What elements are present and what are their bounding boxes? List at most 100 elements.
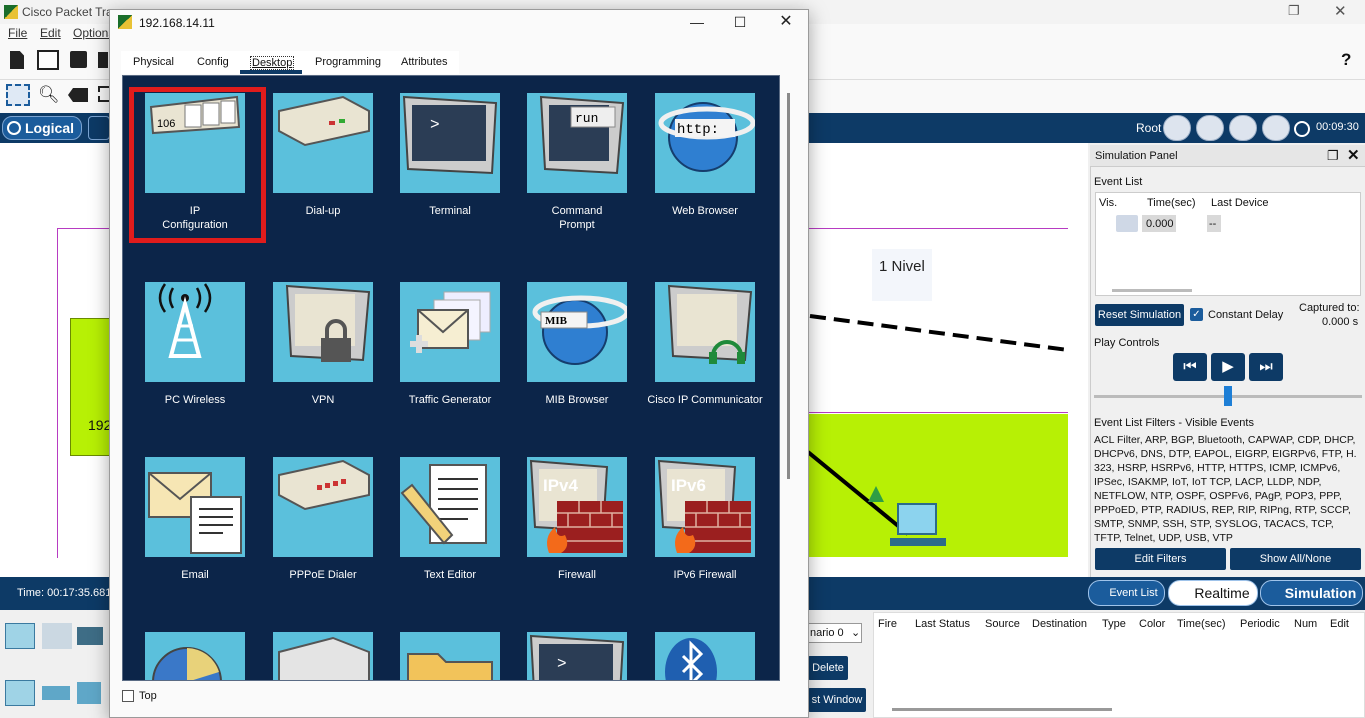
pc-wireless-label: PC Wireless [164,394,226,406]
filters-protocol-list: ACL Filter, ARP, BGP, Bluetooth, CAPWAP,… [1094,434,1357,544]
help-icon[interactable]: ? [1341,50,1351,70]
event-list-hscroll[interactable] [1112,289,1192,292]
switches-subcategory-icon[interactable] [42,686,70,700]
dial-up-tile[interactable] [273,93,373,193]
sdk-app-tile[interactable] [273,632,373,680]
scenario-select[interactable]: nario 0 ⌄ [808,623,862,643]
main-close-icon[interactable]: ✕ [1334,2,1347,20]
top-checkbox-label: Top [139,690,157,702]
captured-value: 0.000 s [1322,316,1359,328]
save-icon[interactable] [70,51,87,68]
zone-border-mid [808,412,1068,413]
minimize-icon[interactable]: — [686,12,708,32]
col-time: Time(sec) [1147,197,1196,209]
pdu-list-window-button[interactable]: st Window [808,688,866,712]
pdu-col-num: Num [1294,618,1318,630]
move-viewport-icon[interactable] [1229,115,1257,141]
new-file-icon[interactable] [10,51,24,69]
cloud-icon[interactable] [1196,115,1224,141]
delete-icon[interactable] [68,88,88,102]
text-editor-tile[interactable] [400,457,500,557]
email-icon [148,472,242,554]
components-category-icon[interactable] [77,627,103,645]
vpn-tile[interactable] [273,282,373,382]
open-folder-icon[interactable] [37,50,59,70]
logical-tab[interactable]: Logical [2,116,82,140]
traffic-generator-tile[interactable] [400,282,500,382]
captured-label: Captured to: [1299,302,1360,314]
logical-nodes-icon [7,121,21,135]
routers-subcategory-icon[interactable] [5,680,35,706]
command-prompt-label-line1: Command [551,205,603,217]
inspect-icon[interactable]: 🔍︎ [38,85,60,105]
play-button[interactable]: ▶ [1211,353,1245,381]
menu-file[interactable]: File [8,26,27,40]
mib-browser-tile[interactable]: MIB [527,282,627,382]
edit-filters-button[interactable]: Edit Filters [1095,548,1226,570]
traffic-generator-icon [410,291,491,353]
tab-physical[interactable]: Physical [133,56,174,68]
terminal-search-app-tile[interactable]: > [527,632,627,680]
select-icon[interactable] [6,84,30,106]
top-checkbox[interactable] [122,690,134,702]
command-prompt-tile[interactable]: run [527,93,627,193]
constant-delay-checkbox[interactable]: ✓ [1190,308,1203,321]
network-devices-category-icon[interactable] [5,623,35,649]
col-last-device: Last Device [1211,197,1269,209]
pie-chart-app-tile[interactable] [145,632,245,680]
pppoe-dialer-tile[interactable] [273,457,373,557]
delete-scenario-button[interactable]: Delete [808,656,848,680]
pdu-col-source: Source [985,618,1020,630]
simulation-mode-button[interactable]: Simulation [1260,580,1363,606]
col-vis: Vis. [1099,197,1118,209]
reset-simulation-button[interactable]: Reset Simulation [1095,304,1184,326]
ipv6-firewall-icon: IPv6 [657,459,751,553]
step-forward-button[interactable]: ⏭ [1249,353,1283,381]
clock-icon[interactable] [1294,121,1310,137]
physical-view-icon[interactable] [88,116,110,140]
back-arrow-icon[interactable] [1163,115,1191,141]
realtime-mode-button[interactable]: Realtime [1168,580,1258,606]
end-devices-category-icon[interactable] [42,623,72,649]
desktop-vertical-scrollbar[interactable] [787,93,790,479]
tab-attributes[interactable]: Attributes [401,56,447,68]
undock-icon[interactable]: ❐ [1327,148,1339,164]
text-editor-label: Text Editor [424,569,476,581]
pdu-hscroll[interactable] [892,708,1112,711]
dialog-close-icon[interactable]: ✕ [775,12,797,32]
tab-desktop[interactable]: Desktop [250,56,295,70]
cisco-ip-communicator-tile[interactable] [655,282,755,382]
pc-wireless-tile[interactable] [145,282,245,382]
pdu-list-table[interactable]: Fire Last Status Source Destination Type… [873,612,1365,718]
panel-close-icon[interactable]: ✕ [1347,146,1360,164]
main-restore-icon[interactable]: ❐ [1288,3,1300,19]
terminal-tile[interactable]: > [400,93,500,193]
email-tile[interactable] [145,457,245,557]
tab-config[interactable]: Config [197,56,229,68]
file-manager-app-tile[interactable] [400,632,500,680]
command-prompt-label: Command Prompt [512,204,642,232]
pc-device-icon[interactable] [895,503,945,549]
pdu-col-last-status: Last Status [915,618,971,630]
print-icon[interactable] [98,52,108,68]
web-browser-tile[interactable]: http: [655,93,755,193]
hubs-subcategory-icon[interactable] [77,682,101,704]
firewall-tile[interactable]: IPv4 [527,457,627,557]
step-back-button[interactable]: ⏮ [1173,353,1207,381]
event-list-mode-button[interactable]: Event List [1088,580,1165,606]
background-image-icon[interactable] [1262,115,1290,141]
event-list-mode-label: Event List [1109,587,1158,599]
speed-slider-handle[interactable] [1224,386,1232,406]
ipv6-firewall-tile[interactable]: IPv6 [655,457,755,557]
eye-visibility-icon[interactable] [1116,215,1138,232]
bluetooth-app-tile[interactable] [655,632,755,680]
text-editor-icon [400,464,487,545]
app-logo-icon [4,5,18,19]
dialog-app-icon [118,15,132,29]
event-time-value: 0.000 [1146,218,1174,230]
cisco-ip-communicator-label: Cisco IP Communicator [647,394,763,406]
maximize-icon[interactable]: ☐ [729,12,751,32]
menu-edit[interactable]: Edit [40,26,61,40]
show-all-none-button[interactable]: Show All/None [1230,548,1361,570]
tab-programming[interactable]: Programming [315,56,381,68]
